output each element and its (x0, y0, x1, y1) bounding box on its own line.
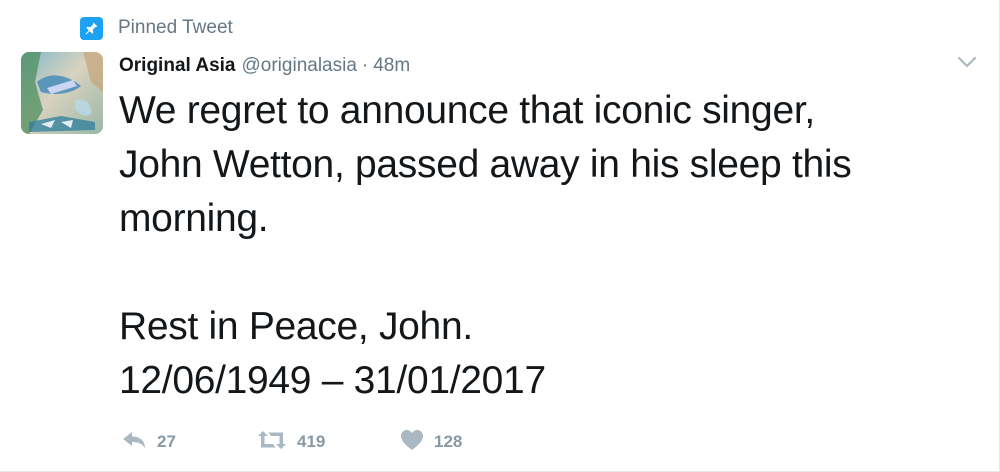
like-count: 128 (434, 432, 463, 451)
retweet-count: 419 (297, 432, 326, 451)
author-handle[interactable]: @originalasia (242, 55, 357, 77)
reply-icon (121, 430, 147, 455)
pinned-tweet-label: Pinned Tweet (118, 17, 233, 38)
avatar[interactable] (21, 52, 103, 134)
heart-icon (400, 429, 424, 456)
retweet-button[interactable]: 419 (257, 429, 400, 456)
tweet-text-line: Rest in Peace, John. (119, 305, 473, 348)
paragraph-break (119, 246, 979, 300)
tweet-text-line: John Wetton, passed away in his sleep th… (119, 143, 852, 186)
tweet-text: We regret to announce that iconic singer… (119, 84, 979, 408)
tweet-text-line: morning. (119, 197, 269, 240)
author-name[interactable]: Original Asia (119, 55, 236, 77)
tweet-actions: 27 419 128 (121, 428, 462, 456)
tweet-text-line: 12/06/1949 – 31/01/2017 (119, 359, 546, 402)
tweet-timestamp[interactable]: 48m (373, 55, 410, 77)
retweet-icon (257, 429, 287, 456)
tweet-header: Original Asia @originalasia · 48m (119, 52, 410, 80)
reply-button[interactable]: 27 (121, 430, 257, 455)
chevron-down-icon[interactable] (956, 54, 978, 70)
tweet-card[interactable]: Pinned Tweet Original Asia @originalasia… (0, 0, 1000, 472)
tweet-text-line: We regret to announce that iconic singer… (119, 89, 815, 132)
separator-dot: · (361, 55, 369, 76)
pin-icon (80, 16, 103, 40)
like-button[interactable]: 128 (400, 429, 462, 456)
pinned-tweet-indicator: Pinned Tweet (80, 14, 233, 42)
reply-count: 27 (157, 432, 176, 451)
